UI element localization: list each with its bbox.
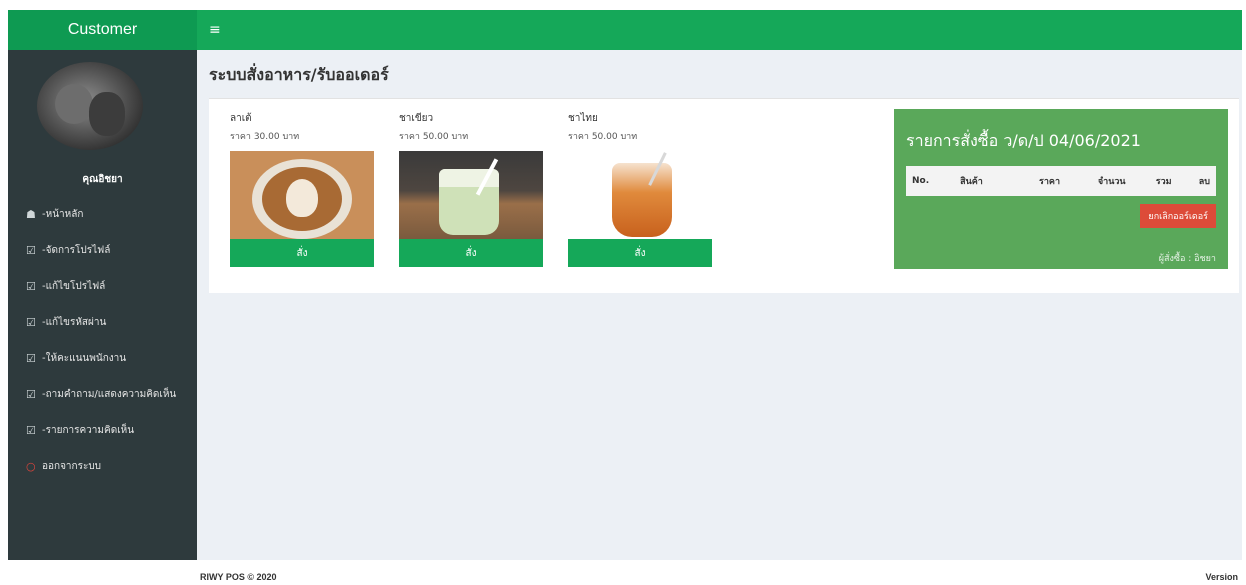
avatar (37, 62, 143, 150)
product-image (568, 151, 712, 239)
top-bar: ≡ (197, 10, 1242, 50)
sidebar-item-change-password[interactable]: ☑ -แก้ไขรหัสผ่าน (8, 304, 197, 340)
sidebar-item-edit-profile[interactable]: ☑ -แก้ไขโปรไฟล์ (8, 268, 197, 304)
sidebar-item-comment-list[interactable]: ☑ -รายการความคิดเห็น (8, 412, 197, 448)
sidebar-item-home[interactable]: ☗ -หน้าหลัก (8, 196, 197, 232)
column-header-price: ราคา (1011, 166, 1066, 196)
edit-icon: ☑ (26, 387, 36, 401)
product-name: ลาเต้ (230, 113, 252, 124)
sidebar: คุณอิชยา ☗ -หน้าหลัก ☑ -จัดการโปรไฟล์ ☑ … (8, 50, 197, 560)
column-header-delete: ลบ (1177, 166, 1216, 196)
column-header-quantity: จำนวน (1066, 166, 1132, 196)
product-image (230, 151, 374, 239)
sidebar-item-manage-profile[interactable]: ☑ -จัดการโปรไฟล์ (8, 232, 197, 268)
product-card-thai-tea: ชาไทย ราคา 50.00 บาท สั่ง (568, 111, 712, 267)
product-card-latte: ลาเต้ ราคา 30.00 บาท สั่ง (230, 111, 374, 267)
app-frame: Customer ≡ คุณอิชยา ☗ -หน้าหลัก ☑ -จัดกา… (8, 10, 1242, 560)
product-card-green-tea: ชาเขียว ราคา 50.00 บาท สั่ง (399, 111, 543, 267)
product-name: ชาไทย (568, 113, 598, 124)
user-name: คุณอิชยา (82, 174, 123, 185)
sidebar-item-label: -จัดการโปรไฟล์ (42, 244, 111, 256)
order-title: รายการสั่งซื้อ ว/ด/ป 04/06/2021 (906, 131, 1141, 150)
order-summary-box: รายการสั่งซื้อ ว/ด/ป 04/06/2021 No. สินค… (894, 109, 1228, 269)
edit-icon: ☑ (26, 423, 36, 437)
brand-title[interactable]: Customer (8, 10, 197, 50)
product-price: ราคา 30.00 บาท (230, 132, 300, 142)
order-button[interactable]: สั่ง (568, 239, 712, 267)
edit-icon: ☑ (26, 351, 36, 365)
sidebar-item-label: -ให้คะแนนพนักงาน (42, 352, 127, 364)
sidebar-item-logout[interactable]: ○ ออกจากระบบ (8, 448, 197, 484)
sidebar-item-label: -หน้าหลัก (42, 208, 84, 220)
edit-icon: ☑ (26, 279, 36, 293)
cancel-order-button[interactable]: ยกเลิกออร์เดอร์ (1140, 204, 1216, 228)
order-panel: ลาเต้ ราคา 30.00 บาท สั่ง ชาเขียว ราคา 5… (209, 98, 1239, 293)
sidebar-item-label: -รายการความคิดเห็น (42, 424, 135, 436)
main-content: ระบบสั่งอาหาร/รับออเดอร์ ลาเต้ ราคา 30.0… (197, 50, 1242, 560)
sidebar-menu: ☗ -หน้าหลัก ☑ -จัดการโปรไฟล์ ☑ -แก้ไขโปร… (8, 196, 197, 484)
product-price: ราคา 50.00 บาท (399, 132, 469, 142)
product-name: ชาเขียว (399, 113, 434, 124)
page-title: ระบบสั่งอาหาร/รับออเดอร์ (209, 65, 389, 84)
product-image (399, 151, 543, 239)
logout-icon: ○ (26, 459, 36, 473)
footer-version: Version (1205, 572, 1238, 582)
edit-icon: ☑ (26, 243, 36, 257)
edit-icon: ☑ (26, 315, 36, 329)
user-panel: คุณอิชยา (8, 50, 197, 190)
sidebar-item-rate-staff[interactable]: ☑ -ให้คะแนนพนักงาน (8, 340, 197, 376)
home-icon: ☗ (26, 207, 36, 221)
buyer-label: ผู้สั่งซื้อ : อิชยา (1158, 254, 1216, 264)
sidebar-item-label: -ถามคำถาม/แสดงความคิดเห็น (42, 388, 177, 400)
column-header-no: No. (906, 166, 955, 196)
order-table: No. สินค้า ราคา จำนวน รวม ลบ (906, 166, 1216, 196)
column-header-total: รวม (1131, 166, 1178, 196)
sidebar-item-ask-question[interactable]: ☑ -ถามคำถาม/แสดงความคิดเห็น (8, 376, 197, 412)
sidebar-item-label: ออกจากระบบ (42, 460, 102, 472)
sidebar-item-label: -แก้ไขโปรไฟล์ (42, 280, 106, 292)
sidebar-item-label: -แก้ไขรหัสผ่าน (42, 316, 107, 328)
order-button[interactable]: สั่ง (399, 239, 543, 267)
column-header-product: สินค้า (954, 166, 1012, 196)
footer-copyright: RIWY POS © 2020 (200, 572, 277, 582)
menu-toggle-icon[interactable]: ≡ (209, 10, 221, 50)
order-button[interactable]: สั่ง (230, 239, 374, 267)
product-price: ราคา 50.00 บาท (568, 132, 638, 142)
